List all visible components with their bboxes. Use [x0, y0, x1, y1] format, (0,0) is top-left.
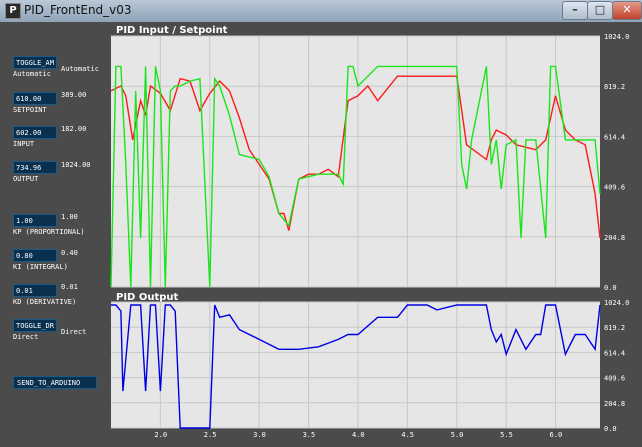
x-tick-label: 5.0 [451, 431, 464, 439]
x-tick-label: 2.5 [204, 431, 217, 439]
x-tick-label: 5.5 [500, 431, 513, 439]
output-chart: PID Output 1024.0 819.2 614.4 409.6 204.8 0.0… [111, 292, 629, 439]
y-tick-label: 0.0 [604, 284, 617, 292]
x-tick-label: 3.0 [253, 431, 266, 439]
y-tick-label: 409.6 [604, 184, 625, 192]
x-tick-label: 4.5 [401, 431, 414, 439]
x-tick-label: 3.5 [303, 431, 316, 439]
plot-area-bottom [111, 302, 600, 428]
y-tick-label: 614.4 [604, 133, 625, 141]
chart-title-bottom: PID Output [116, 292, 179, 303]
y-tick-label: 0.0 [604, 425, 617, 433]
y-tick-label: 204.8 [604, 400, 625, 408]
y-tick-label: 1024.0 [604, 299, 629, 307]
input-setpoint-chart: PID Input / Setpoint 1024.0 819.2 614.4 409… [110, 25, 629, 292]
y-tick-label: 614.4 [604, 349, 625, 357]
y-tick-label: 819.2 [604, 324, 625, 332]
y-tick-label: 1024.0 [604, 33, 629, 41]
y-tick-label: 204.8 [604, 234, 625, 242]
x-tick-label: 2.0 [154, 431, 167, 439]
chart-title-top: PID Input / Setpoint [116, 25, 228, 36]
x-tick-label: 4.0 [352, 431, 365, 439]
y-tick-label: 819.2 [604, 83, 625, 91]
charts-canvas: PID Input / Setpoint 1024.0 819.2 614.4 409… [110, 22, 642, 447]
y-tick-label: 409.6 [604, 375, 625, 383]
x-tick-label: 6.0 [550, 431, 563, 439]
